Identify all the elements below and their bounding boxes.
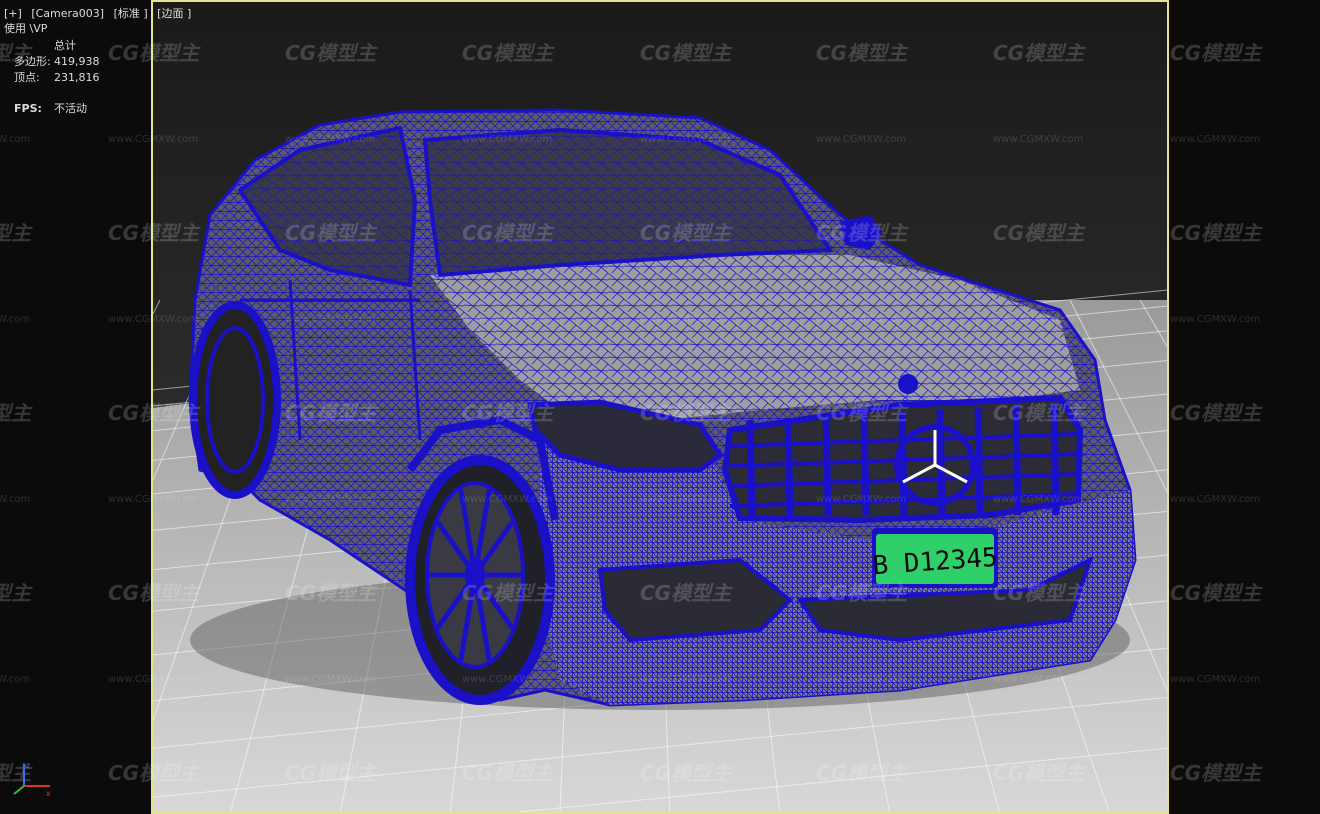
watermark-url: www.CGMXW.com [1170,314,1260,325]
watermark-url: www.CGMXW.com [816,494,906,505]
watermark-url: www.CGMXW.com [462,134,552,145]
watermark-url: www.CGMXW.com [993,494,1083,505]
watermark-logo: CG模型主 [108,221,201,245]
watermark-logo: CG模型主 [1170,221,1263,245]
watermark-url: www.CGMXW.com [640,674,730,685]
watermark-url: www.CGMXW.com [285,674,375,685]
watermark-url: www.CGMXW.com [462,314,552,325]
watermark-url: www.CGMXW.com [993,134,1083,145]
vertices-value: 231,816 [54,71,100,84]
watermark-logo: CG模型主 [462,41,555,65]
stats-row-polygons: 多边形: 419,938 [14,54,100,70]
watermark-logo: CG模型主 [993,761,1086,785]
watermark-url: www.CGMXW.com [993,314,1083,325]
watermark-url: www.CGMXW.com [0,314,30,325]
hood-emblem [898,374,918,394]
grille-bar [784,417,794,516]
watermark-url: www.CGMXW.com [0,674,30,685]
statistics-panel: 总计 多边形: 419,938 顶点: 231,816 [14,38,100,86]
watermark-url: www.CGMXW.com [816,134,906,145]
watermark-logo: CG模型主 [816,581,909,605]
viewport-mode: 使用 \VP [4,22,48,35]
watermark-logo: CG模型主 [1170,41,1263,65]
watermark-logo: CG模型主 [285,41,378,65]
viewport-scene[interactable]: B D12345 CG模型主 www.CGMXW.com CG模型主 www.CGMX… [0,0,1320,814]
viewport-edges-menu[interactable]: [边面 ] [157,7,191,20]
watermark-logo: CG模型主 [640,41,733,65]
watermark-logo: CG模型主 [462,221,555,245]
watermark-logo: CG模型主 [285,761,378,785]
fps-label: FPS: [14,102,42,115]
watermark-logo: CG模型主 [640,581,733,605]
watermark-url: www.CGMXW.com [640,314,730,325]
watermark-logo: CG模型主 [816,761,909,785]
watermark-logo: CG模型主 [0,221,33,245]
watermark-url: www.CGMXW.com [285,134,375,145]
watermark-logo: CG模型主 [285,221,378,245]
fps-value: 不活动 [54,102,87,115]
watermark-url: www.CGMXW.com [108,674,198,685]
watermark-logo: CG模型主 [993,41,1086,65]
watermark-url: www.CGMXW.com [108,134,198,145]
license-plate: B D12345 [872,528,999,588]
watermark-logo: CG模型主 [1170,401,1263,425]
svg-text:z: z [26,761,30,770]
watermark-logo: CG模型主 [462,761,555,785]
watermark-logo: CG模型主 [285,581,378,605]
stats-row-vertices: 顶点: 231,816 [14,70,100,86]
viewport-menu-plus[interactable]: [+] [4,7,22,20]
watermark-logo: CG模型主 [462,581,555,605]
watermark-url: www.CGMXW.com [108,314,198,325]
watermark-logo: CG模型主 [1170,761,1263,785]
watermark-url: www.CGMXW.com [1170,134,1260,145]
watermark-url: www.CGMXW.com [640,494,730,505]
watermark-logo: CG模型主 [108,581,201,605]
watermark-logo: CG模型主 [816,401,909,425]
watermark-logo: CG模型主 [0,581,33,605]
watermark-url: www.CGMXW.com [285,494,375,505]
grille-bar [746,419,756,516]
viewport-label: [+] [Camera003] [标准 ] [边面 ] [4,6,197,22]
watermark-logo: CG模型主 [462,401,555,425]
watermark-logo: CG模型主 [640,221,733,245]
watermark-logo: CG模型主 [108,41,201,65]
polygons-value: 419,938 [54,55,100,68]
axis-tripod-icon: z x [13,761,51,798]
watermark-logo: CG模型主 [640,761,733,785]
watermark-url: www.CGMXW.com [1170,494,1260,505]
watermark-url: www.CGMXW.com [816,314,906,325]
watermark-logo: CG模型主 [993,401,1086,425]
watermark-logo: CG模型主 [108,761,201,785]
watermark-url: www.CGMXW.com [285,314,375,325]
watermark-url: www.CGMXW.com [0,134,30,145]
svg-text:x: x [46,789,51,798]
watermark-logo: CG模型主 [640,401,733,425]
watermark-url: www.CGMXW.com [1170,674,1260,685]
watermark-url: www.CGMXW.com [0,494,30,505]
watermark-logo: CG模型主 [0,401,33,425]
3d-viewport[interactable]: B D12345 CG模型主 www.CGMXW.com CG模型主 www.CGMX… [0,0,1320,814]
fps-readout: FPS: 不活动 [14,101,87,117]
watermark-logo: CG模型主 [993,581,1086,605]
rear-wheel [189,301,281,499]
viewport-shading-menu[interactable]: [标准 ] [114,7,148,20]
stats-header: 总计 [54,39,76,52]
watermark-logo: CG模型主 [816,41,909,65]
watermark-logo: CG模型主 [993,221,1086,245]
watermark-url: www.CGMXW.com [816,674,906,685]
watermark-url: www.CGMXW.com [462,494,552,505]
watermark-url: www.CGMXW.com [640,134,730,145]
watermark-logo: CG模型主 [816,221,909,245]
watermark-url: www.CGMXW.com [108,494,198,505]
watermark-url: www.CGMXW.com [462,674,552,685]
polygons-label: 多边形: [14,55,51,68]
watermark-logo: CG模型主 [285,401,378,425]
viewport-camera-menu[interactable]: [Camera003] [31,7,104,20]
watermark-logo: CG模型主 [1170,581,1263,605]
vertices-label: 顶点: [14,71,40,84]
watermark-logo: CG模型主 [108,401,201,425]
watermark-url: www.CGMXW.com [993,674,1083,685]
